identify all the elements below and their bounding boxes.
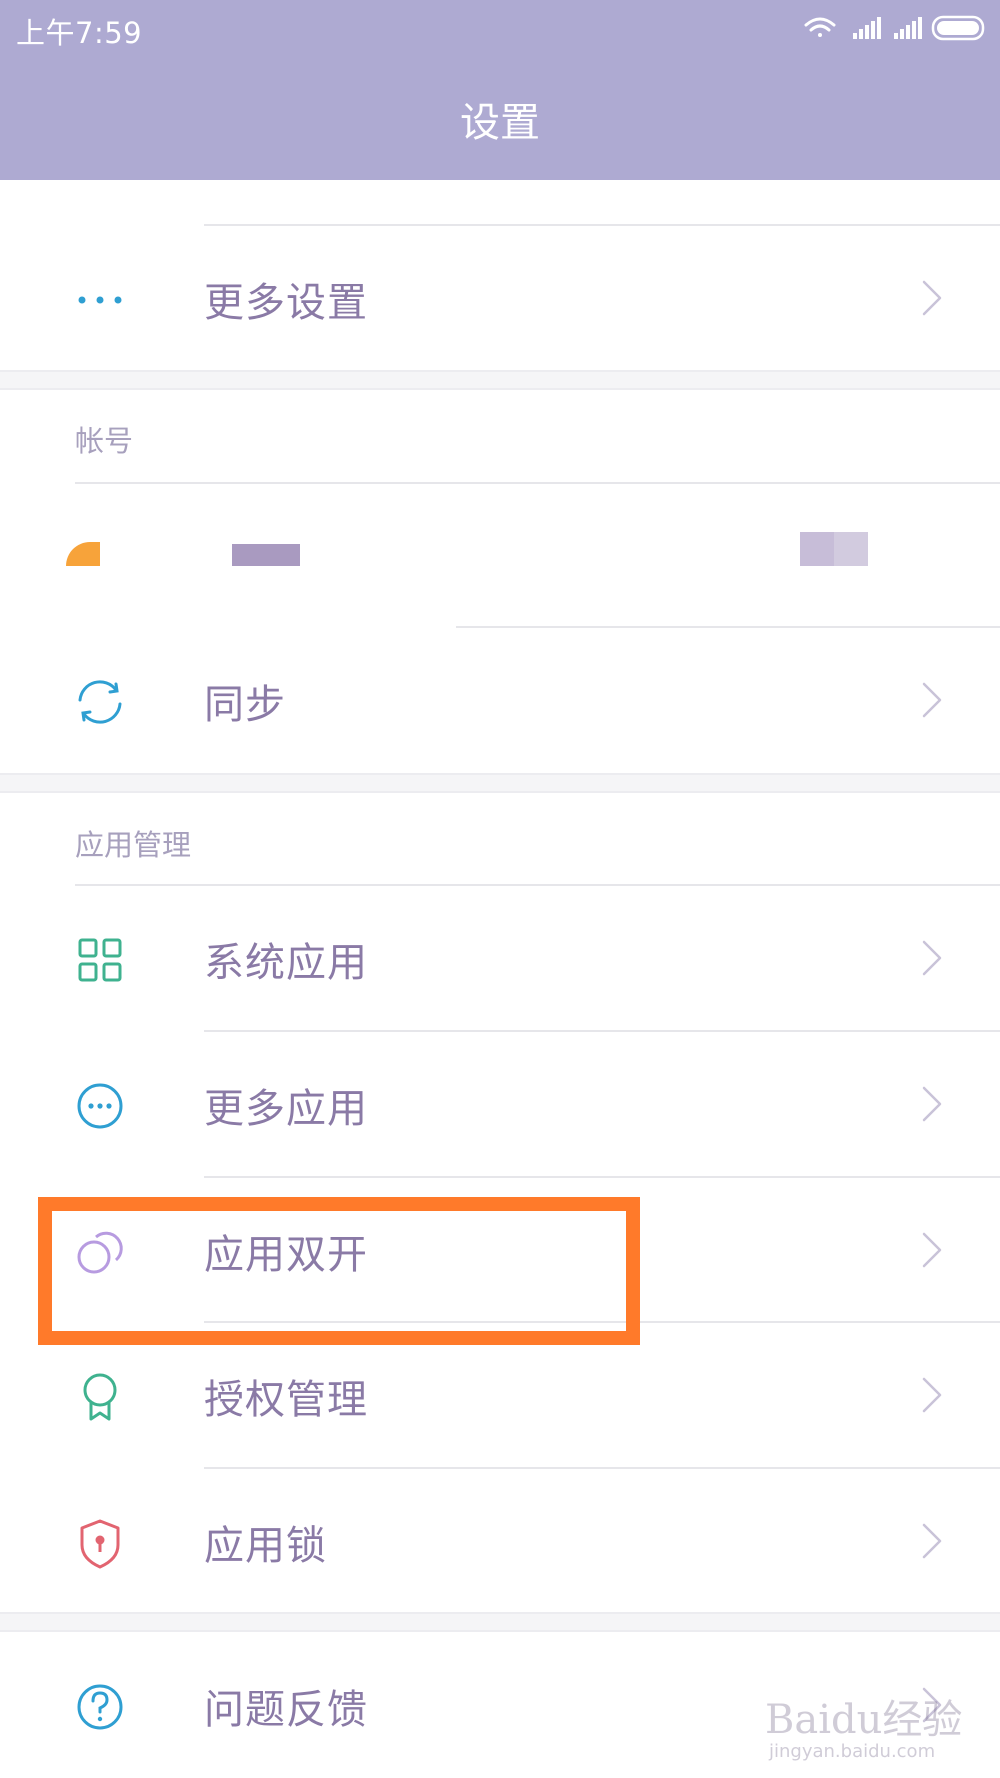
- sync-icon: [78, 680, 122, 724]
- row-label: 应用锁: [204, 1523, 327, 1569]
- app-header: 设置: [0, 56, 1000, 180]
- grid-icon: [78, 938, 122, 982]
- row-label: 更多应用: [204, 1086, 368, 1132]
- watermark-sub: jingyan.baidu.com: [769, 1741, 936, 1762]
- section-header-account: 帐号: [75, 424, 134, 458]
- signal-icon: [894, 17, 922, 39]
- account-row[interactable]: [0, 482, 1000, 628]
- row-more-apps[interactable]: 更多应用: [0, 1032, 1000, 1177]
- more-dots-icon: [78, 296, 122, 304]
- battery-icon: [931, 15, 985, 41]
- row-label: 授权管理: [204, 1377, 368, 1423]
- divider: [0, 773, 1000, 775]
- row-app-lock[interactable]: 应用锁: [0, 1469, 1000, 1614]
- page-title: 设置: [460, 100, 540, 146]
- row-label: 同步: [204, 682, 286, 728]
- status-icons: [804, 15, 985, 41]
- row-label: 问题反馈: [204, 1687, 368, 1733]
- section-gap: [0, 773, 1000, 793]
- shield-lock-icon: [80, 1519, 120, 1569]
- row-label: 更多设置: [204, 280, 368, 326]
- redacted-block: [800, 532, 834, 566]
- section-gap: [0, 370, 1000, 390]
- row-more-settings[interactable]: 更多设置: [0, 226, 1000, 371]
- badge-icon: [83, 1373, 117, 1421]
- divider: [0, 1612, 1000, 1614]
- status-bar: 上午7:59: [0, 0, 1000, 56]
- divider: [0, 1630, 1000, 1632]
- divider: [0, 791, 1000, 793]
- chevron-right-icon: [922, 1086, 942, 1122]
- row-label: 系统应用: [204, 940, 368, 986]
- chevron-right-icon: [922, 1232, 942, 1268]
- status-time: 上午7:59: [16, 16, 143, 50]
- redacted-block: [232, 544, 300, 566]
- chevron-right-icon: [922, 940, 942, 976]
- row-sync[interactable]: 同步: [0, 628, 1000, 773]
- row-permissions[interactable]: 授权管理: [0, 1323, 1000, 1468]
- chevron-right-icon: [922, 682, 942, 718]
- watermark-text: Baidu经验: [765, 1697, 963, 1743]
- more-circle-icon: [77, 1083, 123, 1129]
- chevron-right-icon: [922, 1523, 942, 1559]
- divider: [0, 388, 1000, 390]
- section-header-app-management: 应用管理: [75, 828, 192, 862]
- watermark: Baidu经验 jingyan.baidu.com: [765, 1665, 965, 1765]
- question-icon: [77, 1684, 123, 1730]
- chevron-right-icon: [922, 280, 942, 316]
- wifi-icon: [804, 17, 836, 37]
- signal-icon: [853, 17, 881, 39]
- row-system-apps[interactable]: 系统应用: [0, 886, 1000, 1031]
- section-gap: [0, 1612, 1000, 1632]
- chevron-right-icon: [922, 1377, 942, 1413]
- avatar: [66, 542, 100, 566]
- divider: [0, 370, 1000, 372]
